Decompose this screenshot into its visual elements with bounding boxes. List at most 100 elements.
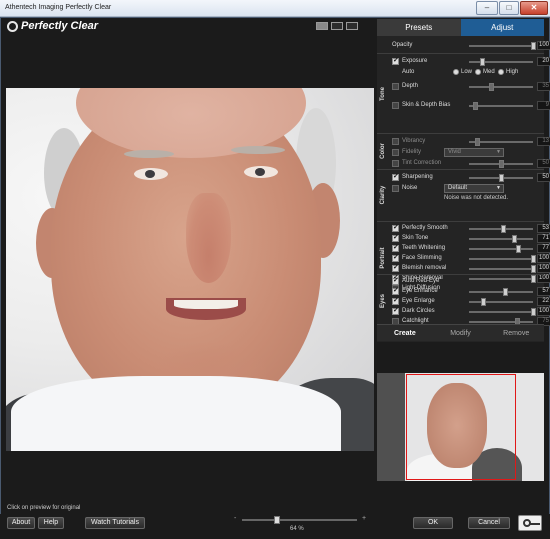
- blemish-removal-slider-thumb[interactable]: [531, 265, 536, 273]
- auto-red-eye-checkbox[interactable]: [392, 276, 399, 285]
- perfectly-smooth-slider-thumb[interactable]: [500, 225, 506, 233]
- exposure-checkbox[interactable]: [392, 56, 399, 65]
- eye-enhance-checkbox[interactable]: [392, 286, 399, 295]
- face-slimming-slider-thumb[interactable]: [531, 255, 536, 263]
- teeth-whitening-value[interactable]: 77: [537, 244, 550, 253]
- vibrancy-slider-thumb[interactable]: [475, 138, 481, 146]
- catchlight-slider[interactable]: [469, 318, 533, 326]
- eye-enhance-slider-thumb[interactable]: [503, 288, 509, 296]
- eyes-section: Eyes Auto Red-Eye Eye Enhance 57 Eye Enl…: [377, 274, 550, 326]
- license-key-button[interactable]: [518, 515, 542, 531]
- perfectly-smooth-value[interactable]: 53: [537, 224, 550, 233]
- sharpening-slider[interactable]: [469, 174, 533, 182]
- exposure-row: Exposure 20: [392, 56, 550, 67]
- split-view-icon[interactable]: [346, 22, 358, 30]
- skin-depth-bias-checkbox[interactable]: [392, 102, 399, 109]
- close-button[interactable]: ✕: [520, 1, 548, 15]
- opacity-slider[interactable]: [469, 42, 536, 50]
- depth-slider-thumb[interactable]: [489, 83, 495, 91]
- opacity-value[interactable]: 100: [537, 41, 550, 50]
- fidelity-select[interactable]: Vivid ▼: [444, 148, 504, 157]
- eye-enlarge-row: Eye Enlarge 22: [392, 296, 550, 307]
- tab-adjust[interactable]: Adjust: [460, 19, 544, 36]
- auto-red-eye-row: Auto Red-Eye: [392, 276, 544, 287]
- noise-select[interactable]: Default ▼: [444, 184, 504, 193]
- eye-enlarge-value[interactable]: 22: [537, 297, 550, 306]
- side-by-side-view-icon[interactable]: [331, 22, 343, 30]
- dark-circles-value[interactable]: 100: [537, 307, 550, 316]
- depth-slider[interactable]: [469, 83, 533, 91]
- maximize-button[interactable]: □: [499, 1, 519, 15]
- sharpening-slider-thumb[interactable]: [499, 174, 504, 182]
- face-slimming-checkbox[interactable]: [392, 253, 399, 262]
- skin-tone-slider[interactable]: [469, 235, 533, 243]
- navigator-thumbnail[interactable]: [377, 373, 544, 481]
- zoom-slider-thumb[interactable]: [273, 516, 280, 524]
- tint-correction-slider-thumb[interactable]: [499, 160, 504, 168]
- skin-tone-slider-thumb[interactable]: [512, 235, 518, 243]
- auto-med-radio[interactable]: [475, 69, 481, 75]
- skin-tone-checkbox[interactable]: [392, 233, 399, 242]
- opacity-slider-thumb[interactable]: [531, 42, 536, 50]
- create-button[interactable]: Create: [377, 325, 433, 341]
- watch-tutorials-button[interactable]: Watch Tutorials: [85, 517, 145, 529]
- skin-depth-bias-slider-thumb[interactable]: [472, 102, 478, 110]
- perfectly-smooth-checkbox[interactable]: [392, 223, 399, 232]
- blemish-removal-slider[interactable]: [469, 265, 536, 273]
- zoom-slider[interactable]: [242, 516, 357, 524]
- single-view-icon[interactable]: [316, 22, 328, 30]
- auto-high-radio[interactable]: [498, 69, 504, 75]
- zoom-in-icon[interactable]: +: [362, 515, 366, 522]
- vibrancy-checkbox[interactable]: [392, 138, 399, 145]
- teeth-whitening-slider[interactable]: [469, 245, 533, 253]
- tint-correction-value[interactable]: 50: [537, 159, 550, 168]
- exposure-slider[interactable]: [469, 58, 533, 66]
- about-button[interactable]: About: [7, 517, 35, 529]
- face-slimming-value[interactable]: 100: [537, 254, 550, 263]
- cancel-button[interactable]: Cancel: [468, 517, 510, 529]
- eye-enlarge-checkbox[interactable]: [392, 296, 399, 305]
- sharpening-value[interactable]: 50: [537, 173, 550, 182]
- blemish-removal-checkbox[interactable]: [392, 263, 399, 272]
- depth-checkbox[interactable]: [392, 83, 399, 90]
- skin-depth-bias-slider[interactable]: [469, 102, 533, 110]
- eye-enlarge-slider[interactable]: [469, 298, 533, 306]
- perfectly-smooth-slider[interactable]: [469, 225, 533, 233]
- noise-checkbox[interactable]: [392, 185, 399, 192]
- fidelity-checkbox[interactable]: [392, 149, 399, 156]
- skin-tone-value[interactable]: 71: [537, 234, 550, 243]
- preview-image[interactable]: [6, 88, 374, 451]
- dark-circles-slider[interactable]: [469, 308, 536, 316]
- face-slimming-slider[interactable]: [469, 255, 536, 263]
- sharpening-checkbox[interactable]: [392, 172, 399, 181]
- tint-correction-checkbox[interactable]: [392, 160, 399, 167]
- dark-circles-slider-thumb[interactable]: [531, 308, 536, 316]
- zoom-out-icon[interactable]: -: [234, 515, 236, 522]
- eye-enlarge-slider-thumb[interactable]: [481, 298, 487, 306]
- modify-button[interactable]: Modify: [433, 325, 489, 341]
- exposure-slider-thumb[interactable]: [479, 58, 485, 66]
- exposure-label: Exposure: [402, 58, 428, 64]
- skin-depth-bias-value[interactable]: 9: [537, 101, 550, 110]
- auto-low-radio[interactable]: [453, 69, 459, 75]
- noise-selected-value: Default: [448, 185, 468, 191]
- dark-circles-checkbox[interactable]: [392, 306, 399, 315]
- noise-note: Noise was not detected.: [444, 195, 509, 201]
- teeth-whitening-checkbox[interactable]: [392, 243, 399, 252]
- eye-enhance-value[interactable]: 57: [537, 287, 550, 296]
- minimize-button[interactable]: –: [476, 1, 498, 15]
- teeth-whitening-slider-thumb[interactable]: [516, 245, 522, 253]
- tab-presets[interactable]: Presets: [377, 19, 461, 36]
- ok-button[interactable]: OK: [413, 517, 453, 529]
- exposure-value[interactable]: 20: [537, 57, 550, 66]
- remove-button[interactable]: Remove: [488, 325, 544, 341]
- vibrancy-slider[interactable]: [469, 138, 533, 146]
- skin-tone-label: Skin Tone: [402, 235, 429, 241]
- help-button[interactable]: Help: [38, 517, 64, 529]
- depth-value[interactable]: 35: [537, 82, 550, 91]
- blemish-removal-value[interactable]: 100: [537, 264, 550, 273]
- eye-enhance-slider[interactable]: [469, 288, 533, 296]
- vibrancy-value[interactable]: 13: [537, 137, 550, 146]
- tint-correction-slider[interactable]: [469, 160, 533, 168]
- navigator-viewport-frame[interactable]: [406, 374, 516, 480]
